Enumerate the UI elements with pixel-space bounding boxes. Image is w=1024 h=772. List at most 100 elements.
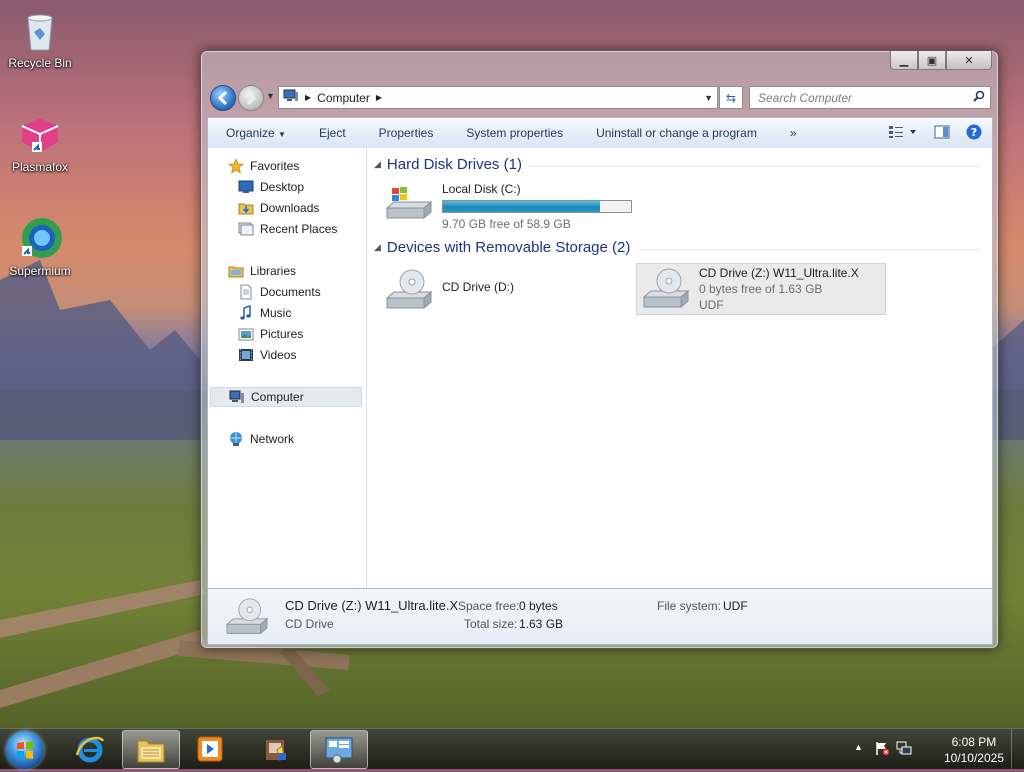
- search-icon[interactable]: [973, 90, 985, 105]
- sidebar-item-computer[interactable]: Computer: [210, 387, 362, 407]
- more-commands-button[interactable]: »: [772, 126, 812, 140]
- taskbar-file-explorer[interactable]: [122, 730, 180, 769]
- group-header-hard-disk-drives[interactable]: ◢ Hard Disk Drives (1): [374, 156, 522, 173]
- sidebar-item-pictures[interactable]: Pictures: [238, 325, 303, 343]
- total-size-label: Total size:: [464, 617, 518, 631]
- maximize-icon: ▣: [926, 54, 938, 67]
- breadcrumb-computer[interactable]: Computer: [317, 91, 370, 105]
- show-hidden-icons-button[interactable]: ▲: [854, 742, 863, 752]
- sidebar-item-label: Network: [250, 432, 295, 446]
- libraries-icon: [228, 263, 244, 279]
- refresh-icon: ⇆: [725, 90, 737, 105]
- drive-usage-bar: [442, 200, 632, 213]
- drive-name: Local Disk (C:): [442, 182, 521, 196]
- sidebar-item-desktop[interactable]: Desktop: [238, 178, 304, 196]
- preview-pane-icon: [934, 125, 950, 139]
- action-center-flag-icon[interactable]: [874, 740, 890, 759]
- organize-button[interactable]: Organize ▼: [208, 126, 301, 140]
- uninstall-program-button[interactable]: Uninstall or change a program: [578, 126, 772, 140]
- explorer-body: Favorites Desktop Downloads Recent Place…: [207, 148, 993, 588]
- sidebar-item-label: Downloads: [260, 201, 320, 215]
- group-header-label: Devices with Removable Storage (2): [386, 239, 631, 256]
- drive-name: CD Drive (D:): [442, 280, 514, 294]
- drives-content: ◢ Hard Disk Drives (1) Local Disk (C:) 9…: [368, 148, 992, 588]
- clock-time: 6:08 PM: [951, 735, 997, 749]
- close-button[interactable]: ✕: [946, 51, 992, 70]
- start-button[interactable]: [6, 731, 44, 769]
- sidebar-item-documents[interactable]: Documents: [238, 283, 321, 301]
- drive-local-disk-c[interactable]: Local Disk (C:) 9.70 GB free of 58.9 GB: [384, 182, 632, 231]
- group-divider: [640, 249, 980, 250]
- downloads-folder-icon: [238, 200, 254, 216]
- desktop-icon-recycle-bin[interactable]: Recycle Bin: [0, 8, 80, 70]
- search-placeholder: Search Computer: [758, 90, 853, 105]
- properties-button[interactable]: Properties: [361, 126, 449, 140]
- recent-places-icon: [238, 221, 254, 237]
- system-properties-button[interactable]: System properties: [448, 126, 578, 140]
- sidebar-item-label: Videos: [260, 348, 297, 362]
- network-status-icon[interactable]: [896, 740, 912, 759]
- sidebar-item-music[interactable]: Music: [238, 304, 291, 322]
- view-options-icon: [889, 126, 916, 138]
- eject-button[interactable]: Eject: [301, 126, 361, 140]
- drive-cd-z[interactable]: CD Drive (Z:) W11_Ultra.lite.X 0 bytes f…: [636, 263, 886, 315]
- back-button[interactable]: [210, 85, 236, 111]
- sidebar-item-label: Documents: [260, 285, 321, 299]
- show-desktop-button[interactable]: [1011, 729, 1024, 769]
- sidebar-item-favorites[interactable]: Favorites: [228, 157, 299, 175]
- address-dropdown-icon[interactable]: ▼: [704, 93, 713, 103]
- total-size-value: 1.63 GB: [519, 617, 564, 631]
- svg-text:?: ?: [971, 126, 977, 139]
- music-icon: [238, 304, 254, 321]
- details-pane: CD Drive (Z:) W11_Ultra.lite.X CD Drive …: [207, 588, 993, 645]
- taskbar-media-player[interactable]: [182, 730, 238, 767]
- desktop-icon-label: Supermium: [9, 264, 71, 278]
- computer-icon: [283, 89, 299, 106]
- command-bar: Organize ▼ Eject Properties System prope…: [207, 117, 993, 149]
- taskbar-internet-explorer[interactable]: [62, 730, 118, 767]
- sidebar-item-label: Pictures: [260, 327, 304, 341]
- change-view-button[interactable]: [888, 125, 918, 142]
- system-tray: ▲ 6:08 PM 10/10/2025: [844, 729, 1024, 769]
- desktop-icon-plasmafox[interactable]: Plasmafox: [0, 112, 80, 174]
- hard-drive-windows-icon: [384, 182, 434, 226]
- taskbar-control-panel[interactable]: [310, 730, 368, 769]
- breadcrumb-chevron-icon[interactable]: ▶: [305, 93, 311, 102]
- sidebar-item-network[interactable]: Network: [228, 430, 294, 448]
- group-header-removable-storage[interactable]: ◢ Devices with Removable Storage (2): [374, 239, 630, 256]
- desktop-icon-label: Plasmafox: [11, 160, 69, 174]
- sidebar-item-label: Recent Places: [260, 222, 338, 236]
- sidebar-item-libraries[interactable]: Libraries: [228, 262, 296, 280]
- maximize-button[interactable]: ▣: [918, 51, 946, 70]
- sidebar-item-videos[interactable]: Videos: [238, 346, 296, 364]
- sidebar-item-downloads[interactable]: Downloads: [238, 199, 319, 217]
- help-button[interactable]: ?: [966, 124, 982, 143]
- organize-label: Organize: [226, 126, 275, 140]
- internet-explorer-icon: [75, 736, 105, 762]
- forward-button[interactable]: [238, 85, 264, 111]
- breadcrumb-chevron-icon[interactable]: ▶: [376, 93, 382, 102]
- collapse-triangle-icon[interactable]: ◢: [374, 242, 381, 253]
- drive-cd-d[interactable]: CD Drive (D:): [384, 268, 514, 312]
- desktop-icon-supermium[interactable]: Supermium: [0, 216, 80, 278]
- recent-pages-dropdown[interactable]: ▼: [266, 91, 275, 101]
- taskbar-tool-app[interactable]: [247, 730, 303, 767]
- details-type: CD Drive: [285, 617, 334, 631]
- preview-pane-button[interactable]: [934, 125, 950, 142]
- plasmafox-icon: [18, 112, 62, 156]
- collapse-triangle-icon[interactable]: ◢: [374, 159, 381, 170]
- computer-icon: [229, 389, 245, 405]
- sidebar-item-recent-places[interactable]: Recent Places: [238, 220, 337, 238]
- clock[interactable]: 6:08 PM 10/10/2025: [944, 734, 1004, 766]
- star-icon: [228, 158, 244, 174]
- minimize-button[interactable]: ▁: [890, 51, 918, 70]
- videos-icon: [238, 347, 254, 363]
- sidebar-item-label: Music: [260, 306, 292, 320]
- taskbar: ▲ 6:08 PM 10/10/2025: [0, 728, 1024, 769]
- refresh-button[interactable]: ⇆: [719, 86, 743, 109]
- view-controls: ?: [888, 124, 982, 143]
- address-bar[interactable]: ▶ Computer ▶ ▼: [278, 86, 718, 109]
- space-free-value: 0 bytes: [519, 599, 558, 613]
- drive-free-space: 9.70 GB free of 58.9 GB: [442, 217, 571, 231]
- search-box[interactable]: Search Computer: [749, 86, 991, 109]
